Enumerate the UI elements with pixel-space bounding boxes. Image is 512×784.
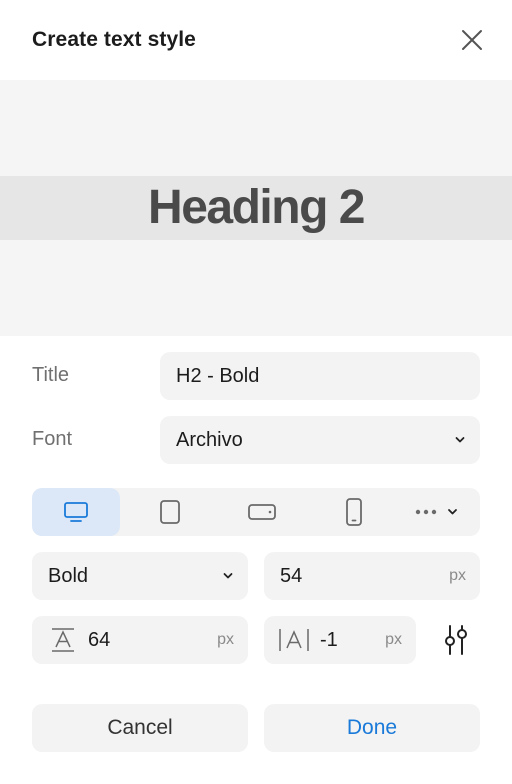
device-phone-button[interactable] [310,488,398,536]
phone-icon [346,498,362,526]
font-select-value: Archivo [176,429,243,451]
device-selector [32,488,480,536]
tablet-icon [160,500,180,524]
title-field[interactable]: H2 - Bold [160,352,480,400]
letter-spacing-value: -1 [320,629,338,651]
cancel-button[interactable]: Cancel [32,704,248,752]
close-button[interactable] [458,26,486,54]
line-height-icon [52,628,74,652]
line-height-input[interactable]: 64 px [32,616,248,664]
font-select[interactable]: Archivo [160,416,480,464]
letter-spacing-icon [279,629,309,651]
advanced-settings-button[interactable] [440,622,472,658]
sliders-icon [445,625,467,655]
font-size-input[interactable]: 54 px [264,552,480,600]
letter-spacing-unit: px [385,631,402,648]
title-field-value: H2 - Bold [176,365,260,387]
close-icon [462,30,482,50]
desktop-icon [64,502,88,522]
letter-spacing-input[interactable]: -1 px [264,616,416,664]
device-tablet-button[interactable] [126,488,214,536]
device-desktop-button[interactable] [32,488,120,536]
dialog-title: Create text style [32,28,196,51]
font-weight-value: Bold [48,565,89,587]
line-height-value: 64 [88,629,111,651]
device-tablet-landscape-button[interactable] [218,488,306,536]
text-style-preview: Heading 2 [0,80,512,336]
done-button[interactable]: Done [264,704,480,752]
preview-sample-text: Heading 2 [148,181,365,234]
font-label: Font [32,428,73,450]
font-weight-select[interactable]: Bold [32,552,248,600]
line-height-unit: px [217,631,234,648]
dialog-header: Create text style [0,0,512,80]
device-more-button[interactable] [400,488,476,536]
chevron-down-icon [455,437,465,443]
title-label: Title [32,364,70,386]
chevron-down-icon [223,573,233,579]
font-size-value: 54 [280,565,303,587]
more-icon [415,509,457,515]
tablet-landscape-icon [248,504,276,520]
font-size-unit: px [449,567,466,584]
